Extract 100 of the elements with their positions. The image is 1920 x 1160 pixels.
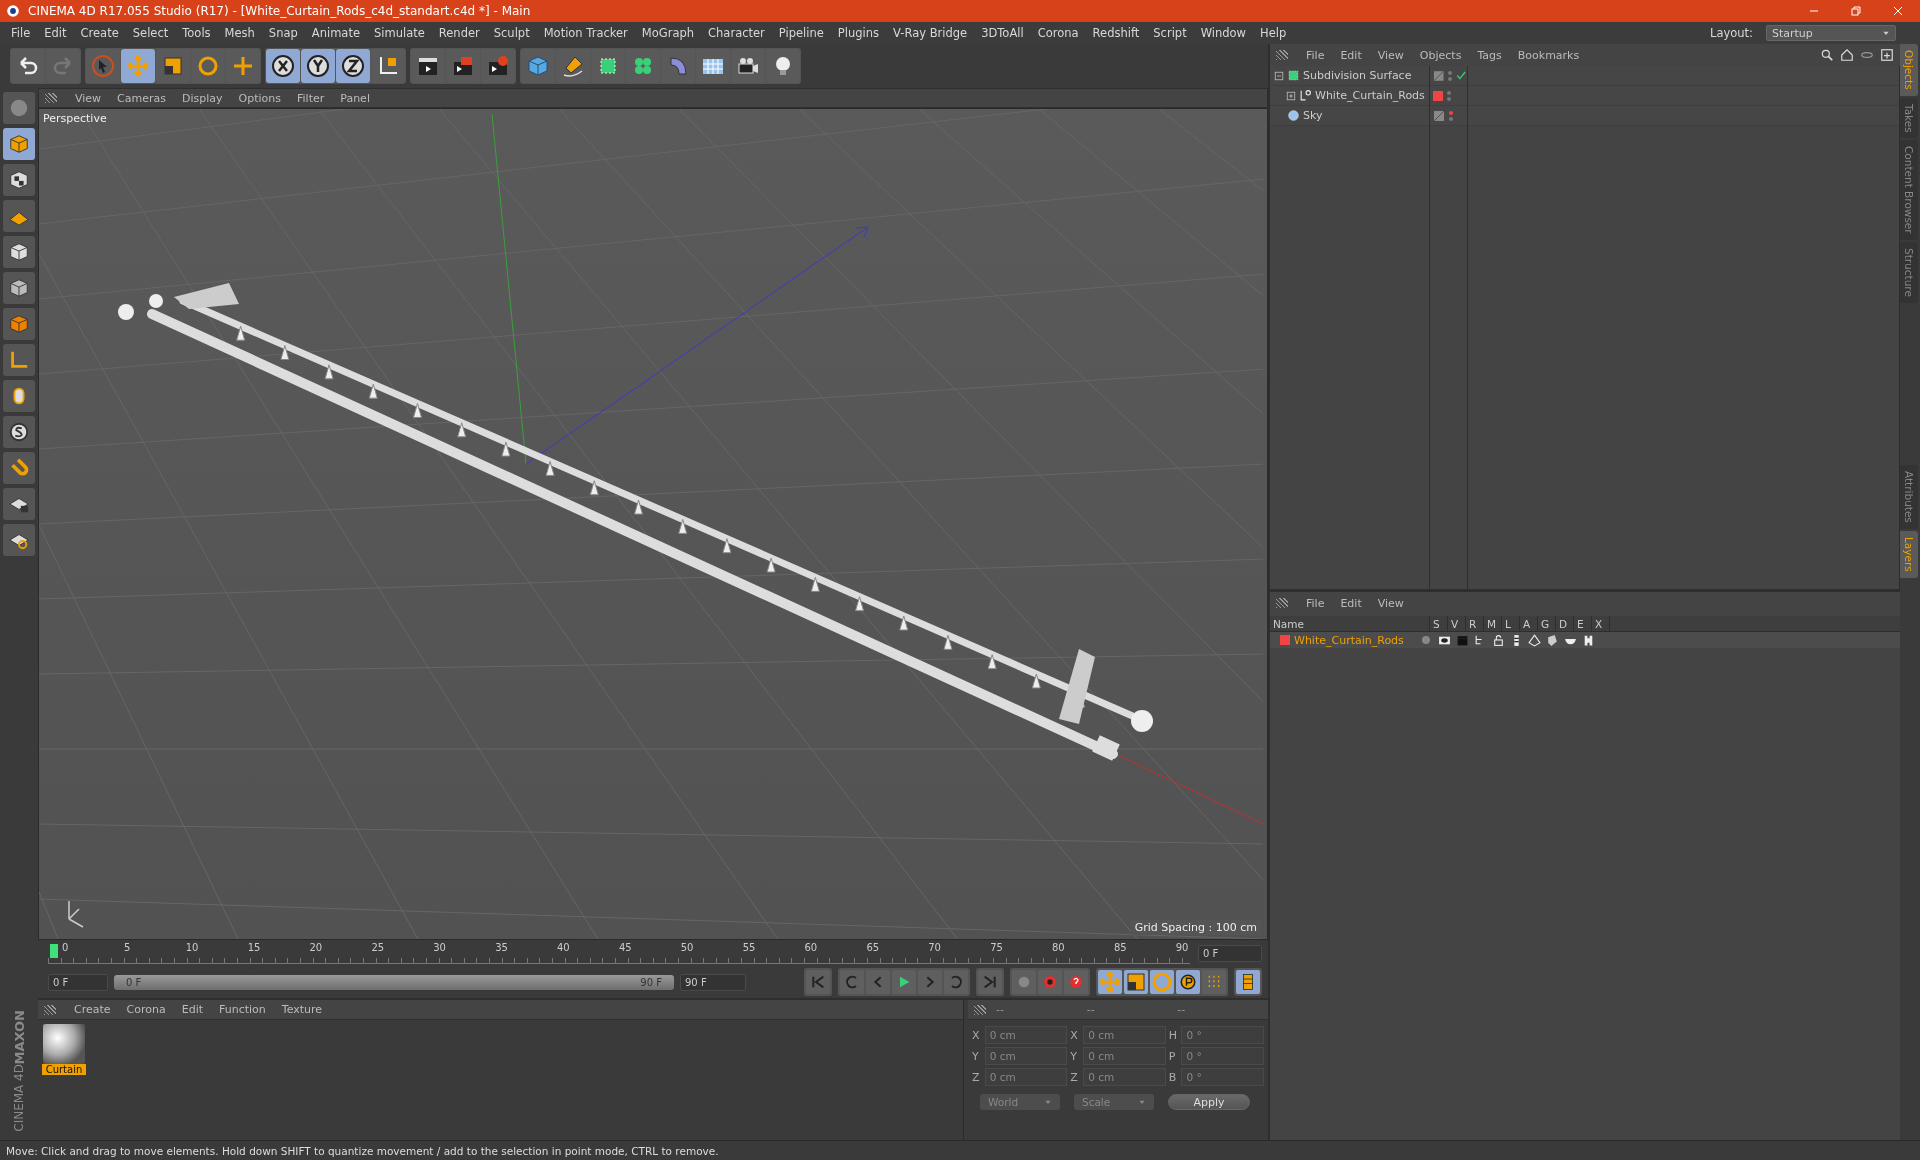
menu-item[interactable]: Corona [1030, 26, 1086, 40]
menu-item[interactable]: File [4, 26, 38, 40]
menu-item[interactable]: Edit [37, 26, 74, 40]
mode-button[interactable] [3, 416, 35, 448]
key-param-button[interactable] [1176, 970, 1200, 994]
object-menu-item[interactable]: Objects [1411, 48, 1470, 62]
timeline-ruler[interactable]: 0 5 10 15 20 25 30 35 40 45 50 55 60 65 70 75 80 85 90 [48, 942, 1190, 964]
panel-grip[interactable] [1276, 598, 1288, 608]
mode-button[interactable] [3, 236, 35, 268]
menu-item[interactable]: Motion Tracker [536, 26, 635, 40]
viewport-menu-item[interactable]: View [67, 91, 110, 105]
toolbar-button[interactable] [266, 49, 300, 83]
side-tab[interactable]: Objects [1900, 44, 1918, 96]
menu-item[interactable]: Sculpt [486, 26, 537, 40]
layer-menu-item[interactable]: File [1298, 596, 1333, 610]
size-field[interactable]: 0 cm [1083, 1026, 1166, 1044]
keyframe-help-button[interactable] [1064, 970, 1088, 994]
current-frame-field[interactable]: 0 F [1198, 944, 1262, 962]
position-field[interactable]: 0 cm [984, 1068, 1068, 1086]
menu-item[interactable]: Character [701, 26, 772, 40]
object-menu-item[interactable]: File [1298, 48, 1333, 62]
toolbar-button[interactable] [371, 49, 405, 83]
menu-item[interactable]: Snap [261, 26, 305, 40]
timeline-button[interactable] [1236, 970, 1260, 994]
autokey-button[interactable] [1038, 970, 1062, 994]
object-name[interactable]: Subdivision Surface [1303, 69, 1412, 82]
mode-button[interactable] [3, 164, 35, 196]
panel-grip[interactable] [44, 1004, 56, 1015]
mode-button[interactable] [3, 272, 35, 304]
viewport-menu-item[interactable]: Cameras [109, 91, 174, 105]
menu-item[interactable]: Animate [304, 26, 367, 40]
material-menu-item[interactable]: Create [66, 1003, 119, 1016]
menu-item[interactable]: Mesh [217, 26, 262, 40]
menu-item[interactable]: Plugins [830, 26, 887, 40]
menu-item[interactable]: Simulate [367, 26, 432, 40]
panel-grip[interactable] [1276, 50, 1288, 60]
mode-button[interactable] [3, 524, 35, 556]
object-menu-item[interactable]: Bookmarks [1509, 48, 1588, 62]
layer-menu-item[interactable]: Edit [1332, 596, 1370, 610]
toolbar-button[interactable] [301, 49, 335, 83]
toolbar-button[interactable] [156, 49, 190, 83]
material-menu-item[interactable]: Function [211, 1003, 274, 1016]
record-button[interactable] [1012, 970, 1036, 994]
rotation-field[interactable]: 0 ° [1181, 1047, 1264, 1065]
material-menu-item[interactable]: Edit [173, 1003, 211, 1016]
column-header[interactable]: Name [1270, 616, 1430, 631]
column-header[interactable]: L [1502, 616, 1520, 631]
menu-item[interactable]: 3DToAll [974, 26, 1031, 40]
material-preview[interactable] [43, 1024, 85, 1064]
toolbar-button[interactable] [766, 49, 800, 83]
column-header[interactable]: X [1592, 616, 1610, 631]
next-frame-button[interactable] [918, 970, 942, 994]
prev-key-button[interactable] [840, 970, 864, 994]
object-menu-item[interactable]: View [1369, 48, 1412, 62]
column-header[interactable]: M [1484, 616, 1502, 631]
menu-item[interactable]: Help [1253, 26, 1294, 40]
mode-button[interactable] [3, 200, 35, 232]
visibility-dots[interactable] [1448, 70, 1453, 81]
toolbar-button[interactable] [11, 49, 45, 83]
rotation-field[interactable]: 0 ° [1181, 1068, 1264, 1086]
position-field[interactable]: 0 cm [984, 1047, 1068, 1065]
next-key-button[interactable] [944, 970, 968, 994]
column-header[interactable]: D [1556, 616, 1574, 631]
viewport[interactable]: Perspective Grid Spacing : 100 cm [38, 108, 1268, 940]
rotation-field[interactable]: 0 ° [1181, 1026, 1264, 1044]
column-header[interactable]: G [1538, 616, 1556, 631]
layer-menu-item[interactable]: View [1369, 596, 1412, 610]
menu-item[interactable]: Pipeline [771, 26, 831, 40]
play-button[interactable] [892, 970, 916, 994]
viewport-menu-item[interactable]: Display [174, 91, 231, 105]
column-header[interactable]: S [1430, 616, 1448, 631]
key-scale-button[interactable] [1124, 970, 1148, 994]
size-field[interactable]: 0 cm [1083, 1068, 1166, 1086]
material-menu-item[interactable]: Corona [118, 1003, 174, 1016]
panel-grip[interactable] [974, 1004, 986, 1015]
side-tab[interactable]: Structure [1900, 242, 1918, 303]
end-frame-field[interactable]: 90 F [680, 973, 746, 991]
toolbar-button[interactable] [336, 49, 370, 83]
layer-name[interactable]: White_Curtain_Rods [1294, 633, 1404, 647]
object-name[interactable]: Sky [1303, 109, 1323, 122]
viewport-menu-item[interactable]: Panel [332, 91, 378, 105]
material-name[interactable]: Curtain [42, 1064, 86, 1075]
side-tab[interactable]: Content Browser [1900, 140, 1918, 241]
last-frame-button[interactable] [978, 970, 1002, 994]
layout-dropdown[interactable]: Startup [1766, 25, 1896, 41]
layer-swatch[interactable] [1280, 635, 1290, 645]
side-tab[interactable]: Takes [1900, 97, 1918, 139]
object-menu-item[interactable]: Edit [1332, 48, 1370, 62]
toolbar-button[interactable] [696, 49, 730, 83]
object-name[interactable]: White_Curtain_Rods [1315, 89, 1425, 102]
viewport-menu-item[interactable]: Options [230, 91, 289, 105]
column-header[interactable]: A [1520, 616, 1538, 631]
column-header[interactable]: R [1466, 616, 1484, 631]
prev-frame-button[interactable] [866, 970, 890, 994]
first-frame-button[interactable] [806, 970, 830, 994]
menu-item[interactable]: Create [73, 26, 126, 40]
apply-button[interactable]: Apply [1168, 1094, 1250, 1110]
mode-button[interactable] [3, 488, 35, 520]
menu-item[interactable]: Render [431, 26, 487, 40]
column-header[interactable]: V [1448, 616, 1466, 631]
